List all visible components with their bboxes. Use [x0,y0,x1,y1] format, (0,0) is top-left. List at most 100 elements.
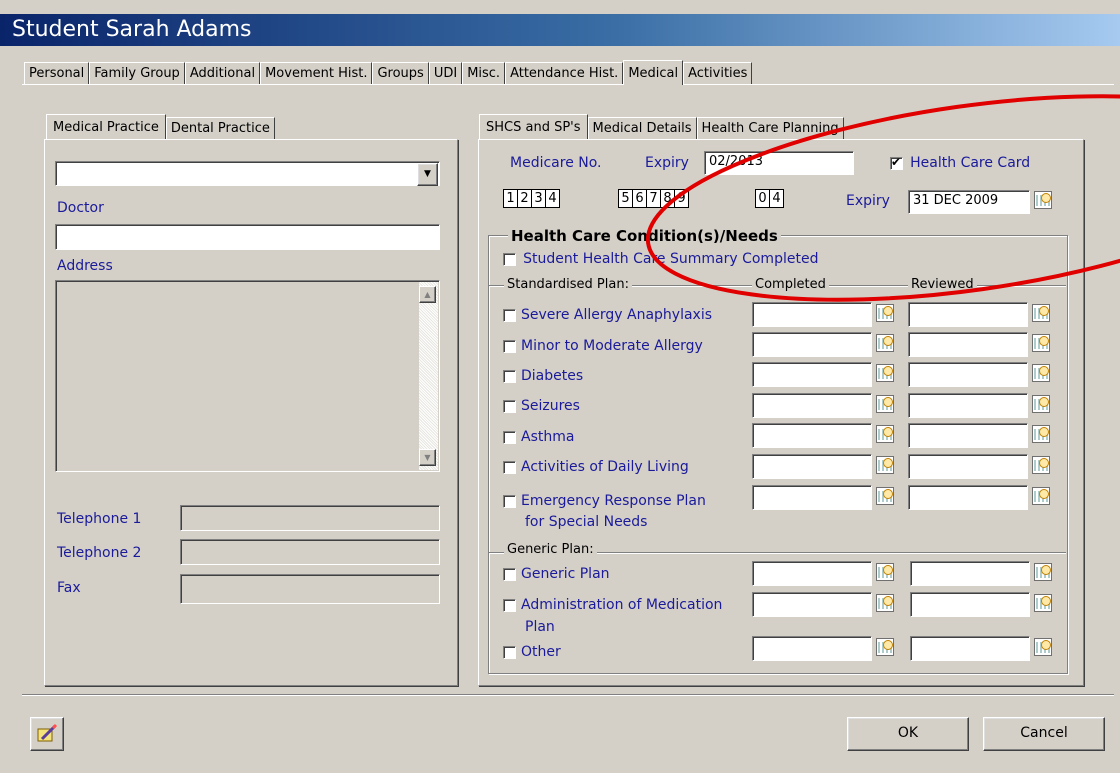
tab-personal[interactable]: Personal [24,62,90,84]
reviewed-date-field[interactable] [908,454,1028,479]
telephone2-label: Telephone 2 [57,545,142,561]
telephone1-label: Telephone 1 [57,511,142,527]
plan-row-other[interactable]: Other [503,644,561,660]
plan-checkbox[interactable] [503,646,516,659]
tab-movement-hist[interactable]: Movement Hist. [260,62,373,84]
scroll-down-icon[interactable]: ▼ [419,449,436,466]
calendar-icon[interactable] [1032,487,1050,505]
calendar-icon[interactable] [1032,364,1050,382]
doctor-field[interactable] [55,224,440,250]
plan-label: Administration of Medication [521,597,723,613]
completed-date-field[interactable] [752,592,872,617]
completed-date-field[interactable] [752,636,872,661]
completed-date-field[interactable] [752,561,872,586]
calendar-icon[interactable] [876,487,894,505]
reviewed-date-field[interactable] [908,393,1028,418]
address-field[interactable]: ▲ ▼ [55,280,440,472]
reviewed-date-field[interactable] [908,332,1028,357]
calendar-icon[interactable] [876,638,894,656]
tab-family-group[interactable]: Family Group [89,62,185,84]
plan-row-diabetes[interactable]: Diabetes [503,368,583,384]
reviewed-date-field[interactable] [910,636,1030,661]
plan-checkbox[interactable] [503,370,516,383]
plan-row-emergency-response[interactable]: Emergency Response Plan [503,493,706,509]
reviewed-date-field[interactable] [908,362,1028,387]
medicare-label: Medicare No. [510,155,602,171]
chevron-down-icon[interactable]: ▼ [417,163,438,186]
tab-udi[interactable]: UDI [428,62,463,84]
tab-groups[interactable]: Groups [372,62,429,84]
medicare-digit[interactable]: 1 [503,189,518,208]
plan-checkbox[interactable] [503,309,516,322]
ok-button[interactable]: OK [847,717,969,751]
medicare-digits-group-1[interactable]: 1234 [503,189,560,208]
calendar-icon[interactable] [1034,594,1052,612]
calendar-icon[interactable] [1034,638,1052,656]
completed-date-field[interactable] [752,393,872,418]
plan-checkbox[interactable] [503,461,516,474]
plan-row-daily-living[interactable]: Activities of Daily Living [503,459,689,475]
fax-label: Fax [57,580,81,596]
scroll-up-icon[interactable]: ▲ [419,286,436,303]
telephone1-field[interactable] [180,505,440,531]
plan-checkbox[interactable] [503,495,516,508]
tab-dental-practice[interactable]: Dental Practice [165,117,275,139]
summary-completed-check[interactable] [503,253,516,266]
plan-label-continued: for Special Needs [525,514,648,530]
plan-label: Seizures [521,398,580,414]
notes-button[interactable] [30,717,64,751]
calendar-icon[interactable] [876,364,894,382]
plan-row-seizures[interactable]: Seizures [503,398,580,414]
plan-checkbox[interactable] [503,568,516,581]
reviewed-date-field[interactable] [910,561,1030,586]
plan-row-medication[interactable]: Administration of Medication [503,597,722,613]
top-strip [0,0,1120,15]
completed-date-field[interactable] [752,332,872,357]
address-scrollbar[interactable]: ▲ ▼ [419,282,438,470]
calendar-icon[interactable] [1032,425,1050,443]
plan-row-minor-allergy[interactable]: Minor to Moderate Allergy [503,338,703,354]
reviewed-date-field[interactable] [908,423,1028,448]
tab-misc[interactable]: Misc. [462,62,506,84]
medicare-digit[interactable]: 4 [545,189,560,208]
calendar-icon[interactable] [1032,334,1050,352]
reviewed-date-field[interactable] [910,592,1030,617]
tab-shcs-sps[interactable]: SHCS and SP's [479,114,588,139]
completed-date-field[interactable] [752,362,872,387]
fax-field[interactable] [180,574,440,604]
calendar-icon[interactable] [1032,395,1050,413]
plan-checkbox[interactable] [503,431,516,444]
plan-label: Emergency Response Plan [521,493,706,509]
telephone2-field[interactable] [180,539,440,565]
reviewed-date-field[interactable] [908,485,1028,510]
calendar-icon[interactable] [876,594,894,612]
completed-date-field[interactable] [752,485,872,510]
plan-checkbox[interactable] [503,400,516,413]
calendar-icon[interactable] [876,563,894,581]
completed-date-field[interactable] [752,423,872,448]
plan-row-generic[interactable]: Generic Plan [503,566,610,582]
plan-label: Activities of Daily Living [521,459,689,475]
calendar-icon[interactable] [1032,456,1050,474]
calendar-icon[interactable] [1034,563,1052,581]
annotation-ellipse [645,94,1120,302]
cancel-button[interactable]: Cancel [983,717,1105,751]
practice-select[interactable]: ▼ [55,161,440,186]
main-tab-bar: Personal Family Group Additional Movemen… [24,60,753,85]
plan-row-asthma[interactable]: Asthma [503,429,574,445]
calendar-icon[interactable] [876,456,894,474]
plan-checkbox[interactable] [503,340,516,353]
doctor-label: Doctor [57,200,104,216]
calendar-icon[interactable] [876,425,894,443]
tab-medical[interactable]: Medical [623,60,684,85]
tab-additional[interactable]: Additional [184,62,261,84]
medicare-digit[interactable]: 2 [517,189,532,208]
calendar-icon[interactable] [876,334,894,352]
medicare-digit[interactable]: 3 [531,189,546,208]
plan-checkbox[interactable] [503,599,516,612]
plan-label: Other [521,644,561,660]
completed-date-field[interactable] [752,454,872,479]
calendar-icon[interactable] [876,395,894,413]
tab-medical-practice[interactable]: Medical Practice [46,114,166,139]
left-tab-bar: Medical Practice Dental Practice [46,114,275,139]
